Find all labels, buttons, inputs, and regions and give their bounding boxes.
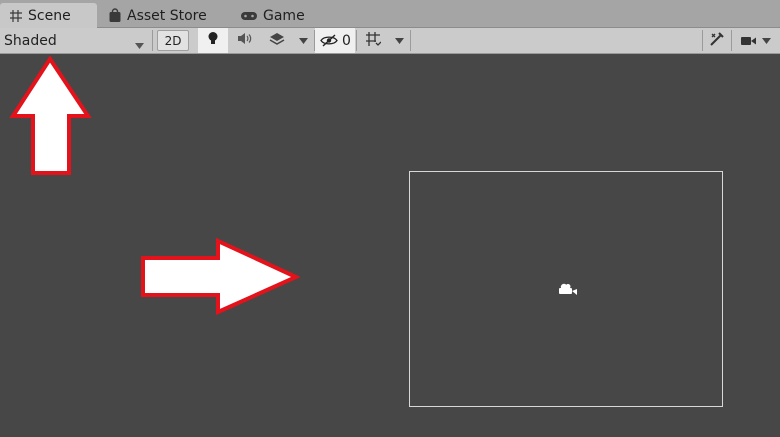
scene-toolbar: Shaded 2D 0 — [0, 28, 780, 54]
toolbar-divider — [152, 30, 153, 51]
hidden-object-count: 0 — [342, 32, 351, 49]
toolbar-divider — [356, 30, 357, 51]
annotation-arrow-right-icon — [140, 237, 301, 320]
draw-mode-value: Shaded — [4, 32, 57, 49]
camera-gizmo-icon[interactable] — [556, 281, 578, 301]
gamepad-icon — [240, 10, 258, 22]
lightbulb-icon — [207, 31, 219, 50]
editor-tab-bar: Scene Asset Store Game — [0, 0, 780, 28]
tab-label: Game — [263, 7, 305, 24]
tab-scene[interactable]: Scene — [0, 3, 97, 28]
scene-visibility-toggle[interactable]: 0 — [315, 28, 355, 53]
layers-icon — [269, 32, 285, 50]
tools-icon — [709, 31, 725, 51]
grid-icon — [9, 9, 23, 23]
grid-menu-button[interactable] — [389, 28, 409, 53]
tab-asset-store[interactable]: Asset Store — [108, 3, 226, 28]
chevron-down-icon — [298, 33, 308, 48]
grid-toggle-icon — [365, 31, 382, 51]
gizmos-toggle[interactable] — [703, 28, 731, 53]
chevron-down-icon — [394, 33, 404, 48]
chevron-down-icon — [135, 37, 144, 53]
annotation-arrow-up-icon — [8, 55, 92, 180]
mode-2d-button[interactable]: 2D — [157, 30, 189, 51]
toolbar-divider — [410, 30, 411, 51]
tab-label: Scene — [28, 7, 71, 24]
scene-effects-dropdown[interactable] — [262, 28, 292, 53]
video-camera-icon — [740, 35, 757, 47]
grid-snapping-toggle[interactable] — [360, 28, 386, 53]
eye-hidden-icon — [320, 34, 338, 47]
chevron-down-icon — [761, 33, 771, 48]
toolbar-divider — [731, 30, 732, 51]
tab-label: Asset Store — [127, 7, 207, 24]
effects-menu-button[interactable] — [293, 28, 313, 53]
shopping-bag-icon — [108, 8, 122, 23]
scene-audio-toggle[interactable] — [229, 28, 261, 53]
scene-lighting-toggle[interactable] — [198, 28, 228, 53]
speaker-icon — [237, 32, 253, 49]
tab-game[interactable]: Game — [240, 3, 320, 28]
scene-camera-dropdown[interactable] — [733, 28, 777, 53]
draw-mode-dropdown[interactable]: Shaded — [0, 28, 152, 53]
